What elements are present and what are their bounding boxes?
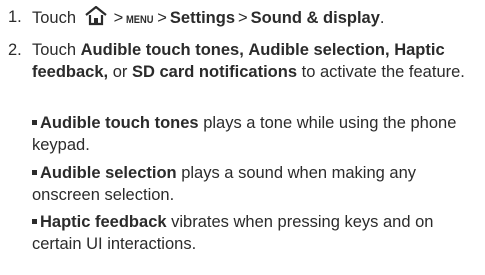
home-icon [81, 5, 111, 26]
option-audible-selection: Audible selection, [248, 41, 390, 59]
bullet-item-haptic-feedback: Haptic feedback vibrates when pressing k… [32, 211, 481, 255]
bullet-icon [32, 170, 37, 175]
settings-label: Settings [169, 9, 235, 27]
separator: > [157, 9, 167, 27]
bullet-icon [32, 219, 37, 224]
bullet-item-audible-touch-tones: Audible touch tones plays a tone while u… [32, 112, 481, 156]
step-number: 2. [8, 41, 22, 59]
or-text: or [112, 63, 128, 81]
bullet-title: Haptic feedback [40, 213, 167, 231]
bullet-title: Audible selection [40, 164, 177, 182]
separator: > [238, 9, 248, 27]
sound-display-label: Sound & display [250, 9, 380, 27]
menu-key-label: MENU [126, 14, 154, 26]
period: . [379, 9, 385, 27]
step-2: 2. Touch Audible touch tones, Audible se… [8, 39, 481, 83]
step-tail-text: to activate the feature. [301, 63, 465, 81]
bullet-title: Audible touch tones [40, 114, 199, 132]
step-text: Touch [32, 41, 77, 59]
bullet-item-audible-selection: Audible selection plays a sound when mak… [32, 162, 481, 206]
instructions-document: 1. Touch > MENU > Settings > Sound & display.… [0, 0, 485, 275]
option-audible-touch-tones: Audible touch tones, [80, 41, 244, 59]
bullet-icon [32, 120, 37, 125]
separator: > [113, 9, 124, 27]
option-sd-card-notifications: SD card notifications [131, 63, 298, 81]
step-text: Touch [32, 9, 77, 27]
step-1: 1. Touch > MENU > Settings > Sound & display. [8, 5, 481, 31]
step-number: 1. [8, 8, 22, 26]
